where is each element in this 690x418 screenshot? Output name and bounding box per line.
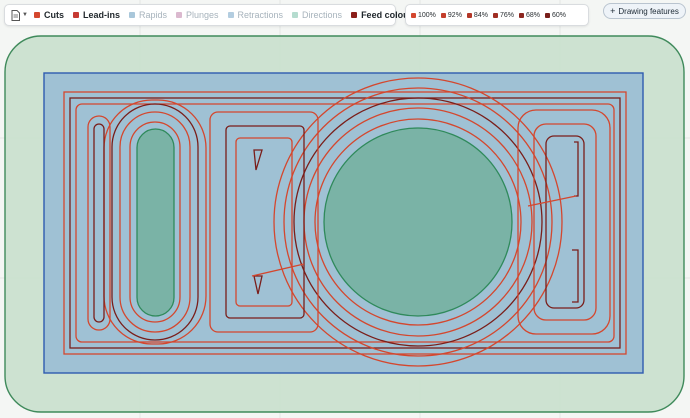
legend-label: Plunges (185, 10, 219, 20)
legend-toggle-retractions[interactable]: Retractions (227, 10, 284, 20)
legend-label: Cuts (43, 10, 64, 20)
document-menu-button[interactable]: ▼ (11, 9, 28, 21)
legend-label: Lead-ins (82, 10, 120, 20)
feed-colour-item: 76% (492, 11, 514, 19)
chevron-down-icon: ▼ (22, 12, 28, 18)
legend-swatch (292, 12, 299, 18)
feed-colour-item: 84% (466, 11, 488, 19)
plus-icon: + (610, 6, 616, 16)
legend-swatch (72, 12, 79, 18)
feed-colour-item: 68% (518, 11, 540, 19)
feed-colour-item: 92% (440, 11, 462, 19)
feed-colour-label: 100% (418, 11, 436, 19)
feed-colour-label: 84% (473, 11, 488, 19)
document-icon (11, 9, 20, 21)
slot-island[interactable] (136, 128, 175, 317)
drawing-features-button[interactable]: + Drawing features (603, 3, 686, 19)
legend-swatch (175, 12, 182, 18)
legend-swatch (227, 12, 234, 18)
feed-colour-scale: 100% 92% 84% 76% 68% 60% (405, 4, 589, 26)
legend-label: Directions (302, 10, 343, 20)
toolpath-canvas[interactable] (0, 0, 690, 418)
feed-colour-label: 60% (551, 11, 566, 19)
circle-island[interactable] (323, 127, 513, 317)
legend-label: Retractions (237, 10, 284, 20)
legend-swatch (128, 12, 135, 18)
feed-colour-items: 100% 92% 84% 76% 68% 60% (411, 12, 571, 19)
legend-label: Rapids (138, 10, 167, 20)
legend-swatch (33, 12, 40, 18)
feed-colour-swatch (518, 12, 524, 18)
layer-legend: ▼ Cuts Lead-ins Rapids Plunges Retractions Di… (4, 4, 417, 26)
legend-items: Cuts Lead-ins Rapids Plunges Retractions Dire… (33, 10, 426, 20)
feed-colour-label: 76% (499, 11, 514, 19)
feed-colour-item: 100% (411, 12, 436, 19)
feed-colour-swatch (544, 12, 550, 18)
legend-toggle-rapids[interactable]: Rapids (128, 10, 167, 20)
drawing-features-label: Drawing features (618, 6, 679, 16)
feed-colour-swatch (411, 12, 416, 18)
feed-colour-item: 60% (544, 11, 566, 19)
feed-colour-swatch (440, 12, 446, 18)
legend-toggle-cuts[interactable]: Cuts (33, 10, 64, 20)
feed-colour-label: 68% (525, 11, 540, 19)
legend-swatch (351, 12, 358, 18)
legend-toggle-directions[interactable]: Directions (292, 10, 342, 20)
feed-colour-swatch (466, 12, 472, 18)
feed-colour-label: 92% (447, 11, 462, 19)
feed-colour-swatch (492, 12, 498, 18)
legend-toggle-plunges[interactable]: Plunges (175, 10, 219, 20)
legend-toggle-lead-ins[interactable]: Lead-ins (72, 10, 120, 20)
